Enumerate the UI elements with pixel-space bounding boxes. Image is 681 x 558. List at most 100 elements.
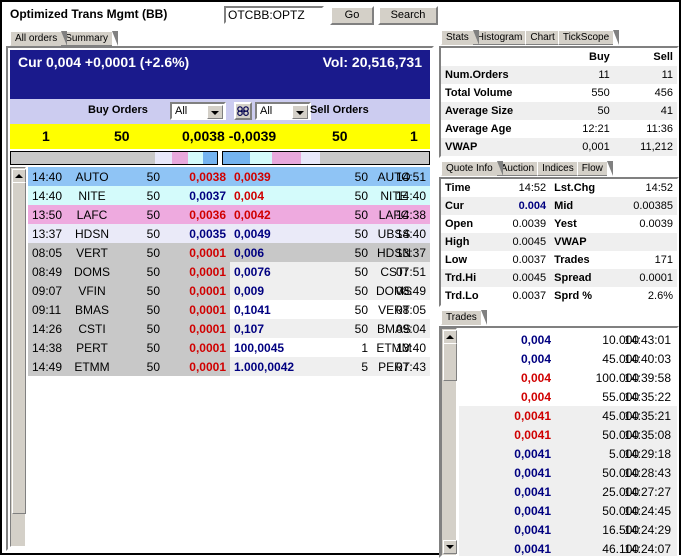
table-row[interactable]: 09:07 VFIN 50 0,0001 0,009 50 DOMS 08:49 — [28, 281, 430, 300]
quote-label: VWAP — [554, 236, 587, 248]
tab-histogram[interactable]: Histogram — [471, 30, 532, 45]
trade-price: 0,0041 — [514, 447, 551, 461]
trade-time: 14:29:18 — [624, 447, 671, 461]
table-row: Open 0.0039 Yest 0.0039 — [441, 215, 677, 233]
scrollbar-thumb[interactable] — [12, 182, 26, 514]
order-price: 0,0037 — [189, 189, 226, 203]
tab-indices[interactable]: Indices — [537, 161, 584, 176]
table-row[interactable]: 0,0041 25.000 14:27:27 — [459, 482, 677, 501]
trade-price: 0,0041 — [514, 409, 551, 423]
tab-flow[interactable]: Flow — [576, 161, 614, 176]
table-row[interactable]: 0,004 55.000 14:35:22 — [459, 387, 677, 406]
table-row[interactable]: 0,004 10.000 14:43:01 — [459, 330, 677, 349]
depth-segment — [171, 152, 189, 164]
depth-segment — [188, 152, 203, 164]
tab-all-orders[interactable]: All orders — [10, 31, 68, 46]
tab-trades[interactable]: Trades — [441, 310, 487, 325]
table-row[interactable]: 0,0041 50.000 14:28:43 — [459, 463, 677, 482]
quote-value: 2.6% — [647, 290, 673, 302]
tab-quote-info[interactable]: Quote Info — [441, 161, 503, 176]
table-row[interactable]: 09:11 BMAS 50 0,0001 0,1041 50 VERT 08:05 — [28, 300, 430, 319]
order-size: 50 — [354, 284, 368, 298]
quote-label: Time — [445, 182, 471, 194]
title-bar: Optimized Trans Mgmt (BB) Go Search — [2, 2, 679, 28]
order-price: 0,0038 — [189, 170, 226, 184]
orders-scrollbar[interactable] — [10, 167, 26, 547]
trades-panel: 0,004 10.000 14:43:01 0,004 45.000 14:40:03 0,… — [439, 326, 679, 558]
order-size: 50 — [354, 322, 368, 336]
order-price: 0,0076 — [234, 265, 271, 279]
order-size: 50 — [354, 246, 368, 260]
table-row: VWAP 0,001 11,212 — [441, 138, 677, 156]
scroll-up-icon[interactable] — [12, 169, 26, 183]
stats-sell-value: 11:36 — [646, 123, 673, 135]
trade-time: 14:43:01 — [624, 333, 671, 347]
depth-segment — [249, 152, 273, 164]
order-size: 50 — [146, 189, 160, 203]
order-time: 14:38 — [32, 341, 63, 355]
order-mpid: AUTO — [75, 170, 109, 184]
scroll-down-icon[interactable] — [443, 540, 457, 554]
buy-filter-select[interactable]: All — [170, 102, 226, 120]
sell-filter-select[interactable]: All — [255, 102, 311, 120]
order-time: 14:38 — [395, 208, 426, 222]
tab-stats[interactable]: Stats — [441, 30, 479, 45]
order-size: 50 — [354, 208, 368, 222]
table-row[interactable]: 0,004 45.000 14:40:03 — [459, 349, 677, 368]
trade-price: 0,004 — [520, 352, 551, 366]
order-size: 1 — [361, 341, 368, 355]
table-row[interactable]: 0,0041 5.000 14:29:18 — [459, 444, 677, 463]
trades-scrollbar[interactable] — [441, 328, 457, 556]
tab-summary[interactable]: Summary — [60, 31, 118, 46]
trade-price: 0,004 — [520, 371, 551, 385]
order-time: 14:40 — [32, 189, 63, 203]
table-row: Trd.Lo 0.0037 Sprd % 2.6% — [441, 287, 677, 305]
stats-sell-value: 11,212 — [640, 141, 673, 153]
quote-value: 0.0037 — [512, 290, 547, 302]
stats-buy-value: 12:21 — [582, 123, 610, 135]
table-row[interactable]: 13:37 HDSN 50 0,0035 0,0049 50 UBSS 14:40 — [28, 224, 430, 243]
order-price: 0,0039 — [234, 170, 271, 184]
search-button[interactable]: Search — [378, 6, 438, 25]
trade-price: 0,0041 — [514, 428, 551, 442]
quote-label: Lst.Chg — [554, 182, 596, 194]
table-row[interactable]: 0,0041 46.100 14:24:07 — [459, 539, 677, 556]
table-row[interactable]: 08:49 DOMS 50 0,0001 0,0076 50 CSTI 07:51 — [28, 262, 430, 281]
table-row[interactable]: 0,0041 16.500 14:24:29 — [459, 520, 677, 539]
stats-sell-value: 456 — [654, 87, 673, 99]
table-row[interactable]: 14:26 CSTI 50 0,0001 0,107 50 BMAS 09:04 — [28, 319, 430, 338]
go-button[interactable]: Go — [330, 6, 374, 25]
table-row[interactable]: 14:38 PERT 50 0,0001 100,0045 1 ETMM 13:40 — [28, 338, 430, 357]
quote-value — [614, 233, 677, 251]
buy-filter-value: All — [175, 105, 188, 117]
trade-price: 0,004 — [520, 390, 551, 404]
table-row[interactable]: 0,0041 45.000 14:35:21 — [459, 406, 677, 425]
tab-chart[interactable]: Chart — [525, 30, 566, 45]
table-row[interactable]: 08:05 VERT 50 0,0001 0,006 50 HDSN 13:37 — [28, 243, 430, 262]
symbol-input[interactable] — [224, 6, 324, 24]
order-price: 0,0042 — [234, 208, 271, 222]
scrollbar-thumb[interactable] — [443, 343, 457, 381]
trade-time: 14:35:08 — [624, 428, 671, 442]
chevron-down-icon[interactable] — [207, 105, 223, 119]
table-row[interactable]: 14:40 NITE 50 0,0037 0,004 50 NITE 14:40 — [28, 186, 430, 205]
table-row[interactable]: 14:49 ETMM 50 0,0001 1.000,0042 5 PERT 07:43 — [28, 357, 430, 376]
link-icon[interactable] — [234, 102, 252, 120]
order-time: 14:26 — [32, 322, 63, 336]
table-row[interactable]: 14:40 AUTO 50 0,0038 0,0039 50 AUTO 14:51 — [28, 167, 430, 186]
order-time: 13:40 — [395, 341, 426, 355]
table-row[interactable]: 0,0041 50.000 14:24:45 — [459, 501, 677, 520]
stats-label: Average Size — [445, 105, 514, 117]
table-row[interactable]: 13:50 LAFC 50 0,0036 0,0042 50 LAFC 14:38 — [28, 205, 430, 224]
chevron-down-icon[interactable] — [292, 105, 308, 119]
order-time: 07:43 — [395, 360, 426, 374]
order-time: 08:05 — [395, 303, 426, 317]
bbo-prices: 0,0038 -0,0039 — [182, 128, 277, 144]
scroll-up-icon[interactable] — [443, 330, 457, 344]
tab-tickscope[interactable]: TickScope — [557, 30, 620, 45]
order-filter-bar: Buy Orders All All Sell Orders — [10, 99, 430, 124]
table-row[interactable]: 0,004 100.000 14:39:58 — [459, 368, 677, 387]
quote-label: Sprd % — [554, 290, 593, 302]
order-size: 50 — [354, 227, 368, 241]
table-row[interactable]: 0,0041 50.000 14:35:08 — [459, 425, 677, 444]
